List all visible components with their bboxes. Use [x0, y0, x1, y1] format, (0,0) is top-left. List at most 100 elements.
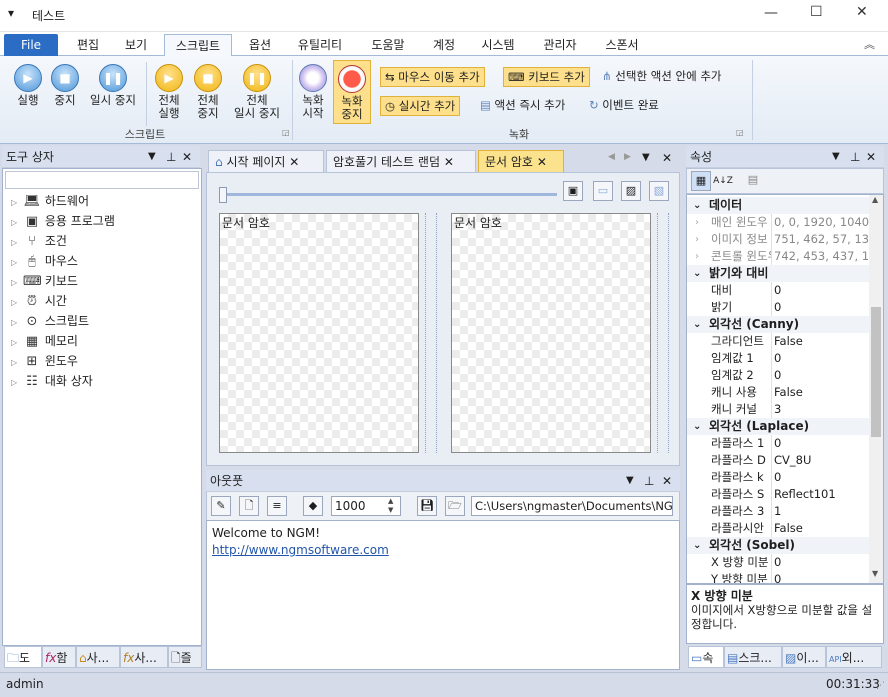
dropdown-icon[interactable]: ▼ — [148, 146, 156, 168]
maximize-icon[interactable]: ☐ — [810, 4, 823, 20]
add-keyboard-button[interactable]: ⌨ 키보드 추가 — [503, 67, 590, 87]
save-button[interactable]: 💾︎ — [417, 496, 437, 516]
tab-file[interactable]: File — [4, 34, 58, 56]
close-icon[interactable]: ✕ — [537, 155, 547, 169]
property-row[interactable]: 라플라스 D CV_8U — [687, 452, 869, 469]
property-row[interactable]: 라플라시안 False — [687, 520, 869, 537]
property-value[interactable]: 742, 453, 437, 135 — [771, 248, 869, 265]
expand-icon[interactable]: ▷ — [11, 253, 23, 273]
expand-icon[interactable]: ▷ — [11, 313, 23, 333]
zoom-slider-thumb[interactable] — [219, 187, 227, 203]
tab-edit[interactable]: 편집 — [68, 34, 108, 56]
expand-icon[interactable]: ▷ — [11, 213, 23, 233]
toolbox-item[interactable]: ▷ ⏰︎ 시간 — [11, 291, 67, 311]
tab-user-function[interactable]: fx사... — [120, 646, 168, 668]
right-image-canvas[interactable]: 문서 암호 — [451, 213, 651, 453]
close-icon[interactable]: ✕ — [856, 4, 868, 20]
scroll-right-icon[interactable]: ▶ — [624, 152, 631, 162]
property-row[interactable]: 캐니 커널 3 — [687, 401, 869, 418]
screenshot-button[interactable]: ▣ — [563, 181, 583, 201]
toolbox-item[interactable]: ▷ ⊙ 스크립트 — [11, 311, 89, 331]
toolbox-item[interactable]: ▷ ⌨ 키보드 — [11, 271, 78, 291]
record-stop-button[interactable]: 녹화 중지 — [333, 60, 371, 124]
add-inside-action-button[interactable]: ⋔ 선택한 액션 안에 추가 — [598, 67, 725, 87]
open-folder-button[interactable]: 🗁 — [445, 496, 465, 516]
image-button[interactable]: ▨ — [621, 181, 641, 201]
property-value[interactable]: False — [771, 384, 869, 401]
tab-account[interactable]: 계정 — [424, 34, 464, 56]
right-vertical-ruler[interactable] — [657, 213, 669, 453]
collapse-ribbon-icon[interactable]: ︽ — [864, 36, 875, 52]
output-text-area[interactable]: Welcome to NGM! http://www.ngmsoftware.c… — [206, 520, 680, 670]
property-category[interactable]: ⌄ 외각선 (Sobel) — [687, 537, 869, 554]
pin-icon[interactable]: ⊥ — [850, 146, 860, 168]
property-row[interactable]: 라플라스 k 0 — [687, 469, 869, 486]
run-button[interactable]: ▶ 실행 — [8, 64, 48, 107]
zoom-slider-track[interactable] — [221, 193, 557, 196]
property-value[interactable]: 0 — [771, 350, 869, 367]
toolbox-item[interactable]: ▷ 🖰 마우스 — [11, 251, 78, 271]
tab-function[interactable]: fx함 — [42, 646, 76, 668]
tab-utility[interactable]: 유틸리티 — [288, 34, 352, 56]
tab-admin[interactable]: 관리자 — [534, 34, 586, 56]
property-value[interactable]: 0 — [771, 367, 869, 384]
close-doc-icon[interactable]: ✕ — [662, 151, 672, 165]
expand-icon[interactable]: ▷ — [11, 233, 23, 253]
toolbox-search-input[interactable] — [5, 171, 199, 189]
tab-image[interactable]: ▨이... — [782, 646, 826, 668]
scroll-up-icon[interactable]: ▲ — [872, 195, 878, 204]
left-vertical-ruler[interactable] — [425, 213, 437, 453]
expand-icon[interactable]: › — [695, 214, 699, 231]
pin-icon[interactable]: ⊥ — [166, 146, 176, 168]
property-value[interactable]: 0 — [771, 299, 869, 316]
property-row[interactable]: 임계값 1 0 — [687, 350, 869, 367]
alphabetical-button[interactable]: A↓Z — [713, 171, 733, 191]
expand-icon[interactable]: ▷ — [11, 193, 23, 213]
property-row[interactable]: › 이미지 정보 751, 462, 57, 13 — [687, 231, 869, 248]
property-value[interactable]: 751, 462, 57, 13 — [771, 231, 869, 248]
website-link[interactable]: http://www.ngmsoftware.com — [212, 543, 389, 557]
stop-all-button[interactable]: ■ 전체 중지 — [189, 64, 227, 120]
tab-script[interactable]: 스크립트 — [164, 34, 232, 56]
left-image-canvas[interactable]: 문서 암호 — [219, 213, 419, 453]
stepper-arrows-icon[interactable]: ▲ ▼ — [388, 497, 393, 515]
scroll-down-icon[interactable]: ▼ — [872, 569, 878, 578]
property-row[interactable]: X 방향 미분 0 — [687, 554, 869, 571]
close-panel-icon[interactable]: ✕ — [866, 146, 876, 168]
property-row[interactable]: 라플라스 1 0 — [687, 435, 869, 452]
property-scrollbar[interactable]: ▲ ▼ — [869, 195, 883, 583]
collapse-icon[interactable]: ⌄ — [693, 265, 701, 282]
property-category[interactable]: ⌄ 데이터 — [687, 197, 869, 214]
property-row[interactable]: › 매인 윈도우 0, 0, 1920, 1040 — [687, 214, 869, 231]
property-value[interactable]: 1 — [771, 503, 869, 520]
dialog-launcher-icon[interactable]: ◲ — [736, 128, 744, 137]
collapse-icon[interactable]: ⌄ — [693, 537, 701, 554]
dropdown-icon[interactable]: ▼ — [626, 470, 634, 492]
scroll-left-icon[interactable]: ◀ — [608, 152, 615, 162]
window-button[interactable]: ▭ — [593, 181, 613, 201]
property-value[interactable]: 0 — [771, 435, 869, 452]
property-row[interactable]: 대비 0 — [687, 282, 869, 299]
image-alt-button[interactable]: ▧ — [649, 181, 669, 201]
property-value[interactable]: False — [771, 520, 869, 537]
stop-button[interactable]: ■ 중지 — [48, 64, 82, 107]
add-action-now-button[interactable]: ▤ 액션 즉시 추가 — [476, 96, 569, 116]
tab-toolbox[interactable]: 🗀도 — [4, 646, 42, 668]
close-panel-icon[interactable]: ✕ — [182, 146, 192, 168]
property-scrollbar-thumb[interactable] — [871, 307, 881, 437]
pause-button[interactable]: ❚❚ 일시 중지 — [84, 64, 142, 107]
property-row[interactable]: › 콘트롤 윈도우742, 453, 437, 135 — [687, 248, 869, 265]
dropdown-icon[interactable]: ▼ — [642, 152, 650, 163]
tab-options[interactable]: 옵션 — [240, 34, 280, 56]
doc-tab-start-page[interactable]: ⌂ 시작 페이지 ✕ — [208, 150, 324, 172]
property-value[interactable]: CV_8U — [771, 452, 869, 469]
new-log-button[interactable]: 🗋 — [239, 496, 259, 516]
property-value[interactable]: 0 — [771, 571, 869, 583]
run-all-button[interactable]: ▶ 전체 실행 — [150, 64, 188, 120]
expand-icon[interactable]: ▷ — [11, 273, 23, 293]
pause-all-button[interactable]: ❚❚ 전체 일시 중지 — [228, 64, 286, 120]
event-done-button[interactable]: ↻ 이벤트 완료 — [585, 96, 663, 116]
tab-script-list[interactable]: ▤스크... — [724, 646, 782, 668]
broom-button[interactable]: ✎ — [211, 496, 231, 516]
list-button[interactable]: ≡ — [267, 496, 287, 516]
